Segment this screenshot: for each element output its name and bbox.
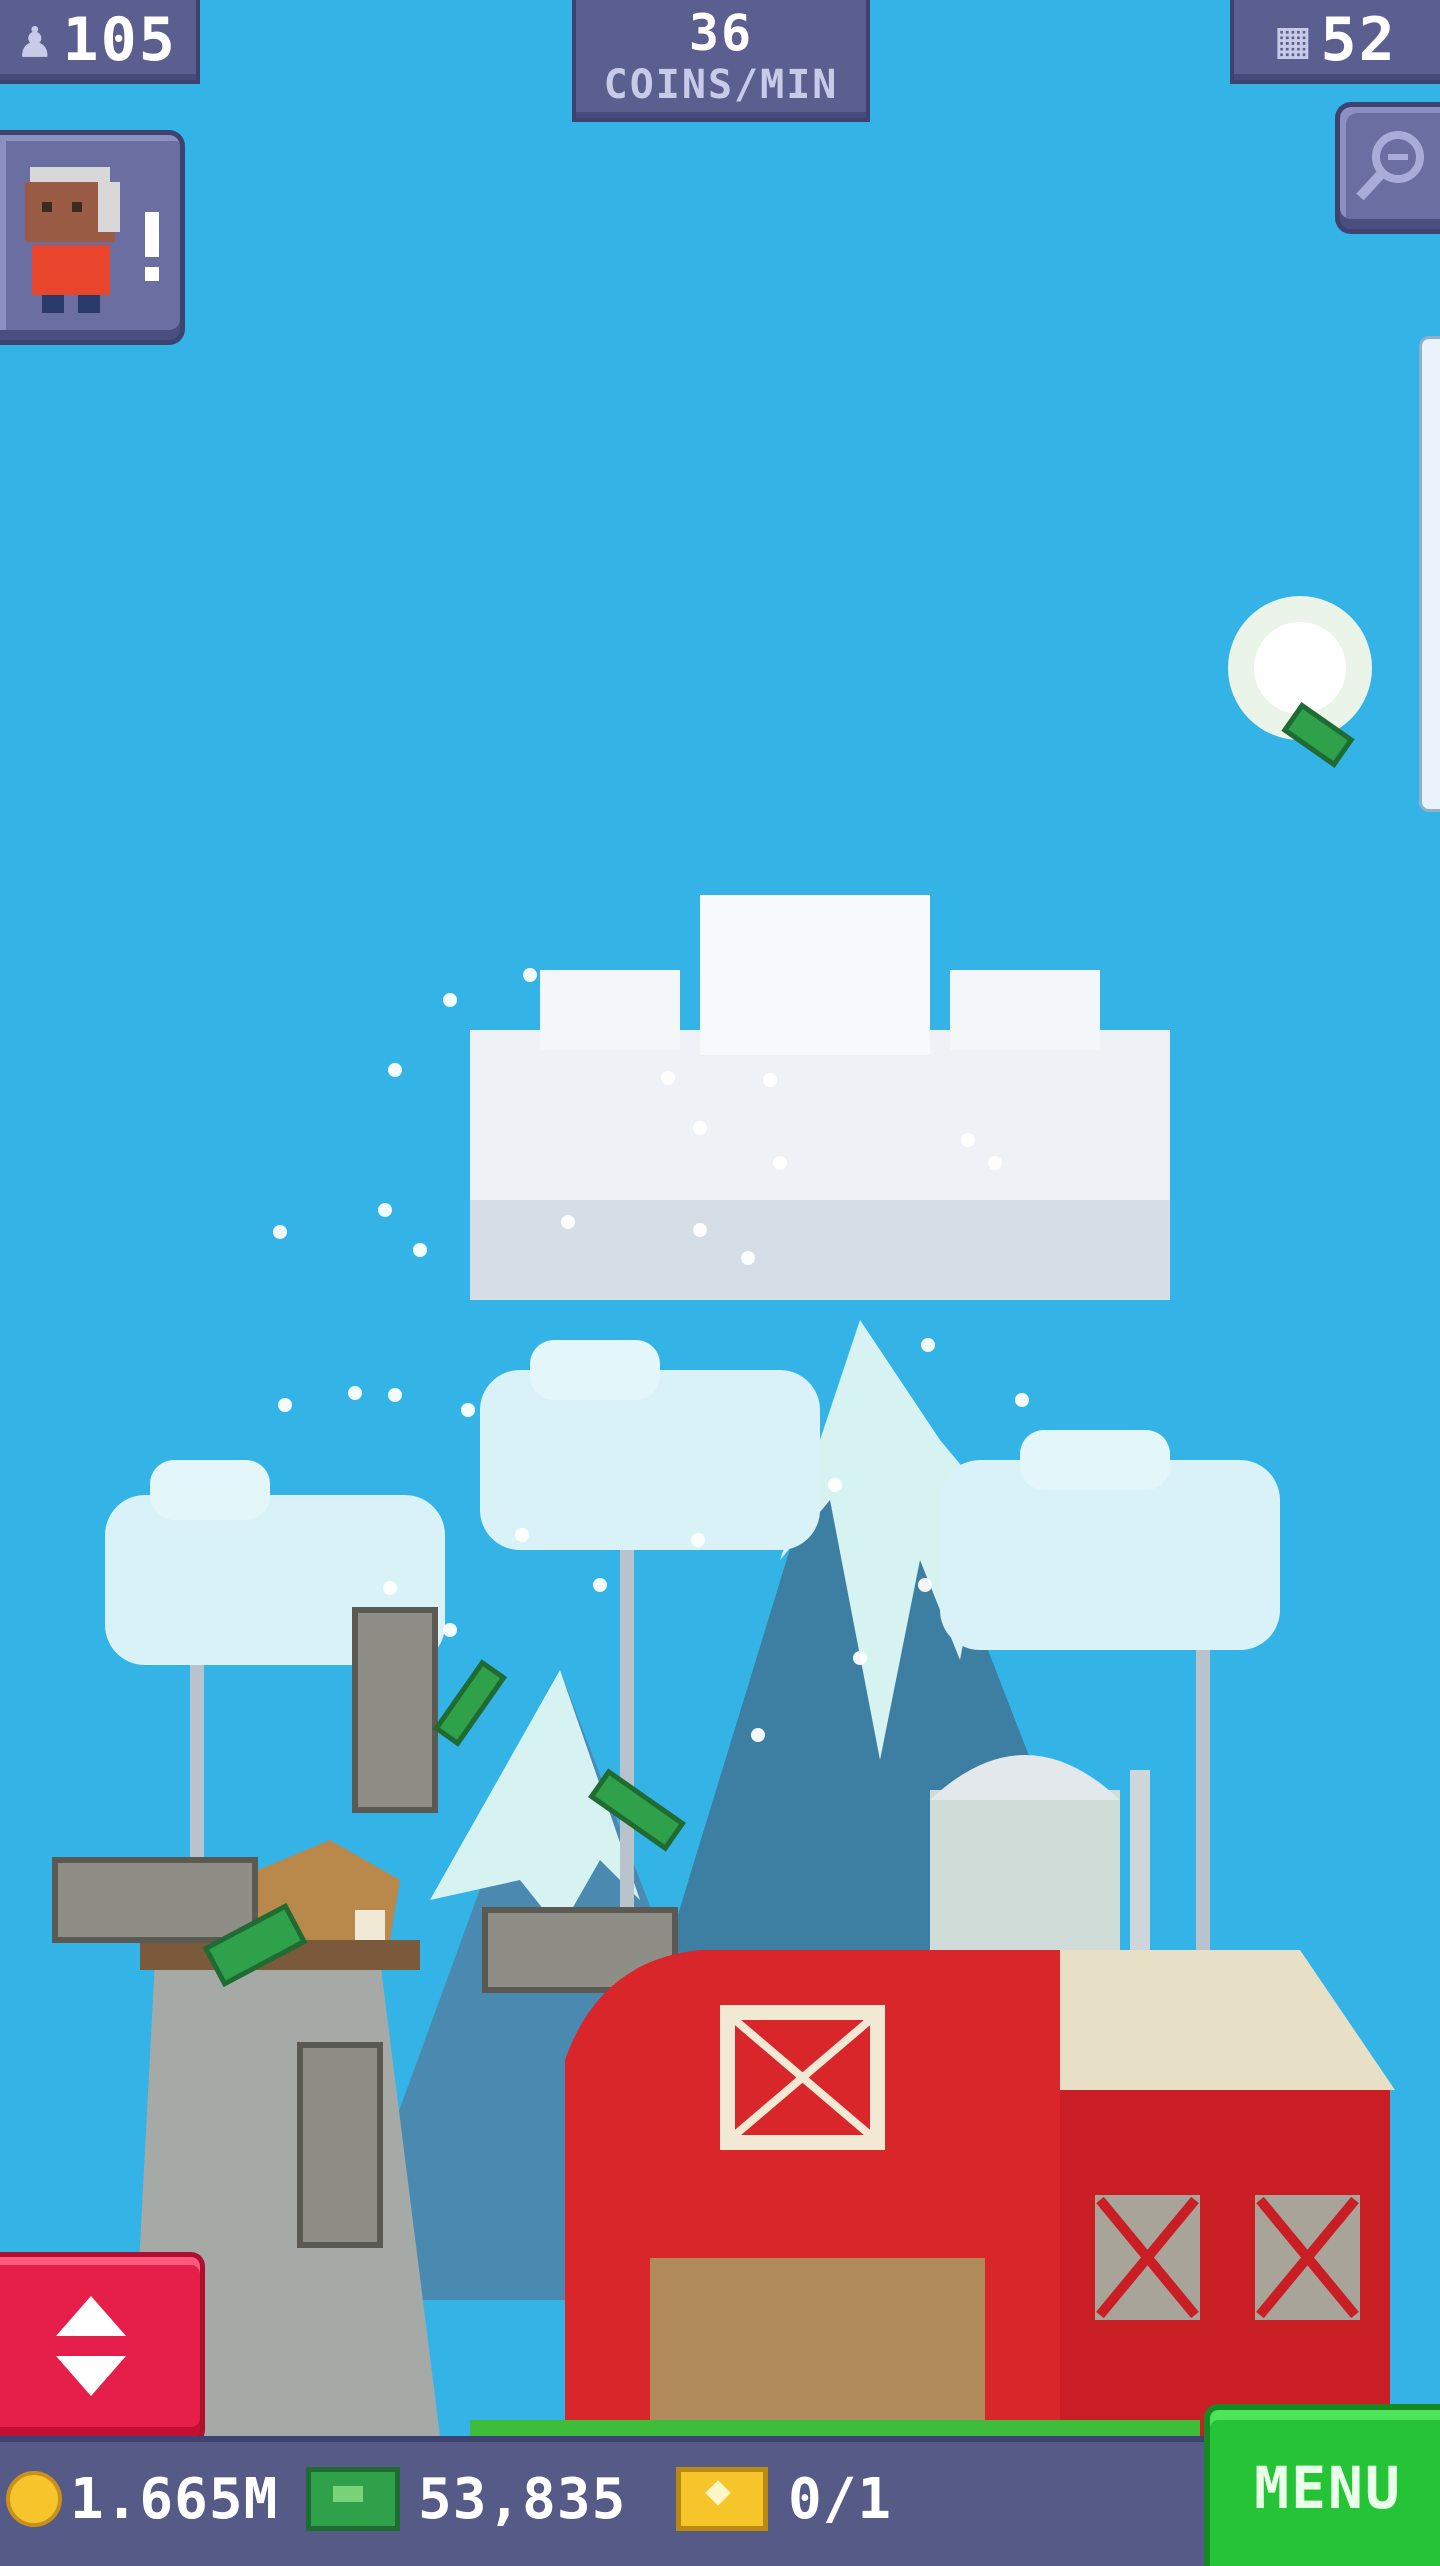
sparkle-burst: [1228, 596, 1372, 768]
coins-per-minute-display: 36 COINS/MIN: [572, 0, 870, 122]
side-drawer-handle[interactable]: [1419, 336, 1440, 812]
tickets-value: 0/1: [788, 2466, 893, 2532]
menu-button[interactable]: MENU: [1204, 2404, 1440, 2566]
bux-value: 53,835: [418, 2466, 627, 2532]
bux-balance[interactable]: 53,835: [306, 2462, 626, 2536]
menu-label: MENU: [1254, 2454, 1402, 2522]
bitizen-avatar-icon: [25, 167, 159, 313]
elevator-button[interactable]: [0, 2252, 205, 2444]
big-cloud: [470, 895, 1170, 1300]
population-value: 105: [62, 5, 177, 75]
red-barn: [470, 1950, 1395, 2436]
bitizen-notification-button[interactable]: [0, 130, 185, 345]
coins-value: 1.665M: [70, 2466, 279, 2532]
person-icon: ♟: [19, 10, 53, 70]
golden-tickets-balance[interactable]: 0/1: [676, 2462, 892, 2536]
coins-balance[interactable]: 1.665M: [6, 2462, 278, 2536]
bux-icon: [306, 2467, 400, 2531]
building-icon: ▦: [1277, 10, 1311, 70]
floors-value: 52: [1320, 5, 1397, 75]
coins-rate-unit: COINS/MIN: [603, 62, 839, 108]
floors-counter[interactable]: ▦ 52: [1230, 0, 1440, 84]
farm-scene: [52, 596, 1395, 2436]
magnifier-icon: [1356, 131, 1424, 201]
population-counter[interactable]: ♟ 105: [0, 0, 200, 84]
zoom-button[interactable]: [1335, 102, 1440, 234]
golden-ticket-icon: [676, 2467, 768, 2531]
coin-icon: [6, 2471, 62, 2527]
silo: [930, 1755, 1150, 1950]
up-down-arrows-icon: [56, 2296, 126, 2396]
coins-rate-value: 36: [688, 4, 754, 62]
